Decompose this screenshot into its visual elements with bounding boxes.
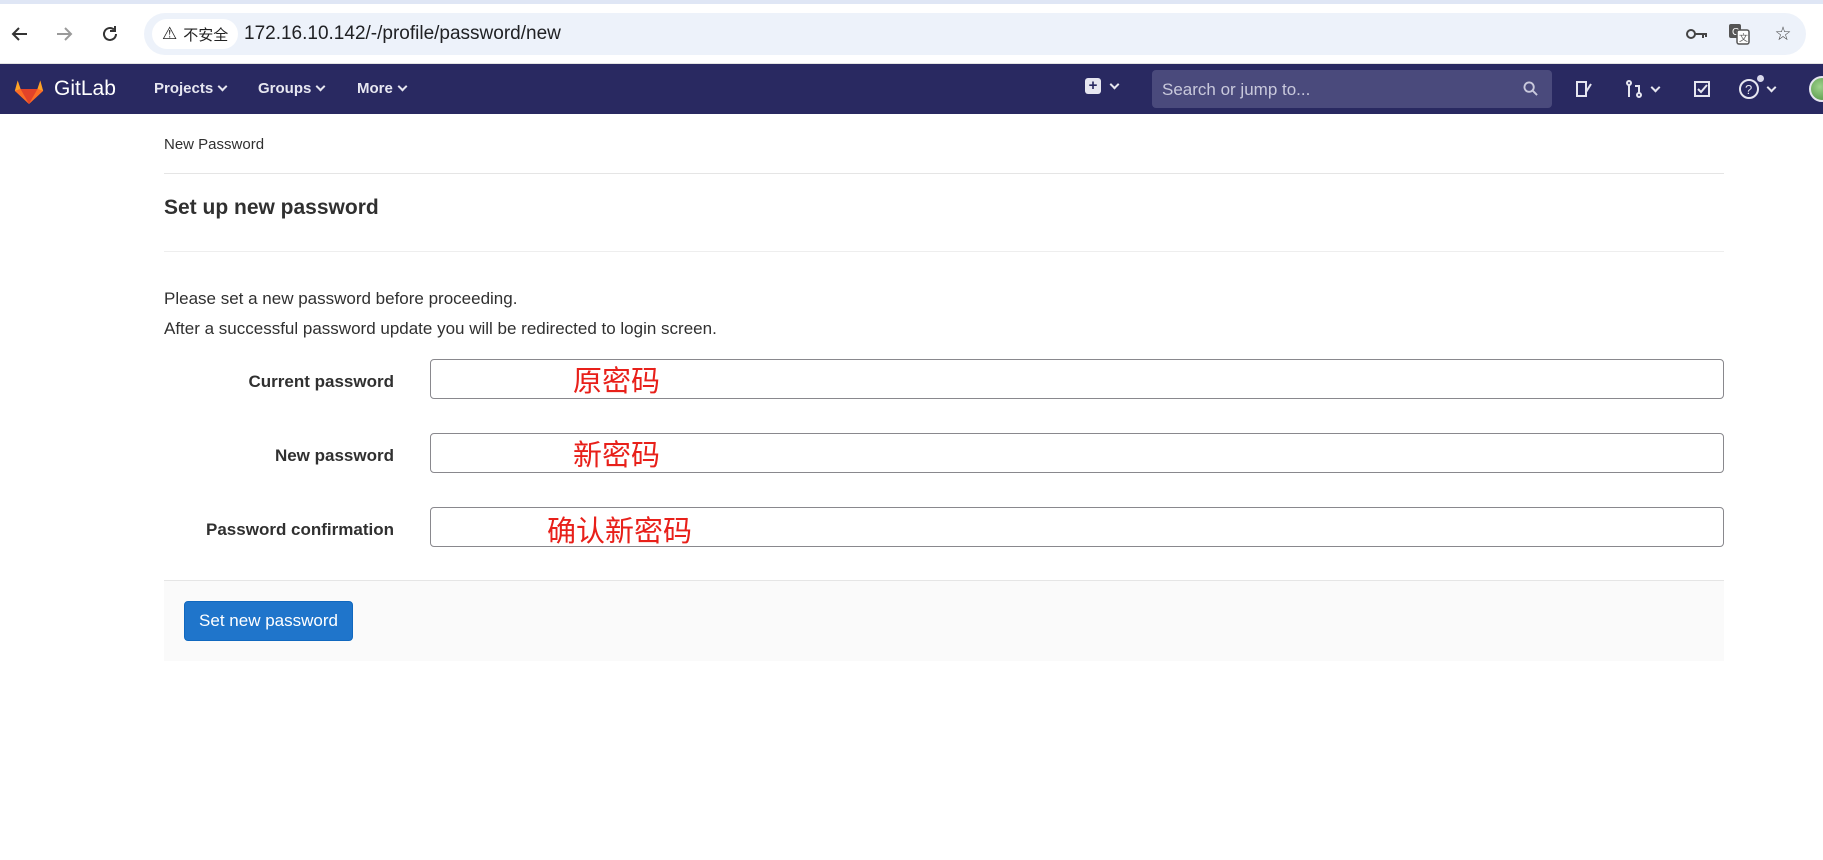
nav-more[interactable]: More xyxy=(357,80,408,97)
new-password-label: New password xyxy=(274,446,394,465)
warning-icon: ⚠ xyxy=(162,24,178,43)
issues-icon xyxy=(1576,81,1592,97)
chevron-down-icon xyxy=(217,81,228,92)
browser-toolbar: ⚠ 不安全 172.16.10.142/-/profile/password/n… xyxy=(0,0,1823,64)
address-bar[interactable]: ⚠ 不安全 172.16.10.142/-/profile/password/n… xyxy=(144,13,1806,55)
gitlab-logo-icon[interactable] xyxy=(12,73,46,105)
nav-groups[interactable]: Groups xyxy=(258,80,326,97)
translate-icon[interactable]: G文 xyxy=(1726,21,1752,47)
search-input[interactable]: Search or jump to... xyxy=(1152,70,1552,108)
gitlab-brand[interactable]: GitLab xyxy=(54,77,116,101)
chevron-down-icon xyxy=(1766,82,1777,92)
reload-button[interactable] xyxy=(94,18,126,50)
divider xyxy=(164,251,1724,252)
forward-button[interactable] xyxy=(48,18,80,50)
back-button[interactable] xyxy=(4,18,36,50)
annotation-current-password: 原密码 xyxy=(573,364,661,398)
arrow-right-icon xyxy=(57,27,73,41)
notification-dot-icon xyxy=(1756,74,1765,83)
star-icon[interactable]: ☆ xyxy=(1770,21,1796,47)
nav-projects[interactable]: Projects xyxy=(154,80,228,97)
security-indicator[interactable]: ⚠ 不安全 xyxy=(152,19,239,49)
tab-strip xyxy=(0,0,1823,4)
arrow-left-icon xyxy=(11,27,27,41)
new-dropdown[interactable]: + xyxy=(1085,78,1120,94)
nav-projects-label: Projects xyxy=(154,80,214,97)
chevron-down-icon xyxy=(1650,82,1661,92)
search-icon xyxy=(1523,81,1538,96)
set-new-password-button[interactable]: Set new password xyxy=(184,601,353,641)
plus-square-icon: + xyxy=(1085,78,1101,94)
annotation-password-confirmation: 确认新密码 xyxy=(547,514,693,548)
intro-text: Please set a new password before proceed… xyxy=(164,289,518,308)
security-label: 不安全 xyxy=(183,26,229,44)
breadcrumb[interactable]: New Password xyxy=(164,136,264,153)
page-title: Set up new password xyxy=(164,196,379,219)
current-password-label: Current password xyxy=(248,372,394,391)
password-confirmation-label: Password confirmation xyxy=(206,520,394,539)
nav-groups-label: Groups xyxy=(258,80,312,97)
intro-text-redirect: After a successful password update you w… xyxy=(164,319,717,338)
issues-button[interactable] xyxy=(1574,78,1594,100)
url-text[interactable]: 172.16.10.142/-/profile/password/new xyxy=(244,23,561,45)
chevron-down-icon xyxy=(397,81,408,92)
todos-button[interactable] xyxy=(1692,78,1712,100)
chevron-down-icon xyxy=(1109,79,1120,89)
annotation-new-password: 新密码 xyxy=(573,438,661,472)
nav-more-label: More xyxy=(357,80,393,97)
todo-check-icon xyxy=(1694,81,1710,97)
search-placeholder: Search or jump to... xyxy=(1162,80,1311,99)
merge-requests-button[interactable] xyxy=(1624,78,1661,100)
merge-request-icon xyxy=(1626,80,1642,98)
gitlab-header: GitLab Projects Groups More + Search or … xyxy=(0,64,1823,114)
avatar[interactable] xyxy=(1809,76,1823,102)
key-icon[interactable] xyxy=(1684,21,1710,47)
svg-text:文: 文 xyxy=(1739,32,1748,44)
divider xyxy=(164,173,1724,174)
reload-icon xyxy=(103,26,117,41)
chevron-down-icon xyxy=(315,81,326,92)
svg-text:?: ? xyxy=(1745,82,1752,97)
form-actions: Set new password xyxy=(164,580,1724,661)
